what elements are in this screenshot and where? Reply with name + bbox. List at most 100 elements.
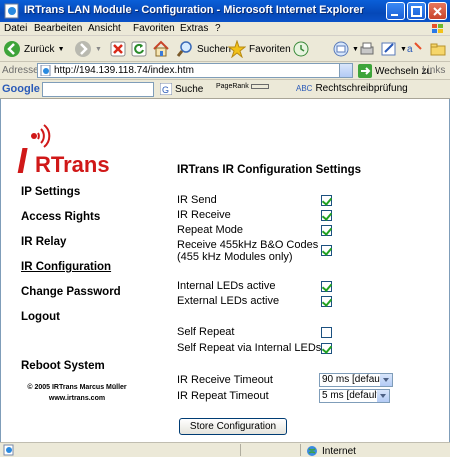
page-content: I RTrans IP Settings Access Rights IR Re… [0,99,450,442]
search-icon [176,41,192,57]
translate-button[interactable]: a [406,39,424,59]
refresh-button[interactable] [131,39,147,59]
svg-text:G: G [162,85,169,95]
pagerank-indicator[interactable]: PageRank [216,83,269,90]
back-dropdown-icon[interactable]: ▼ [58,46,65,53]
sidebar-item-access-rights[interactable]: Access Rights [21,211,100,223]
edit-button[interactable]: ▼ [380,39,407,59]
option-label: Repeat Mode [177,224,244,236]
home-button[interactable] [152,39,170,59]
chevron-down-icon [377,390,389,402]
irtrans-logo: I RTrans [17,113,137,181]
menu-favorites[interactable]: Favoriten [133,23,175,34]
website-link[interactable]: www.irtrans.com [19,393,135,404]
external-leds-checkbox[interactable] [321,296,332,307]
address-label: Adresse [2,65,39,76]
option-label: IR Receive [177,209,231,221]
menu-tools[interactable]: Extras [180,23,208,34]
google-search-button[interactable]: G Suche [160,83,203,95]
page-icon [40,65,51,76]
go-button[interactable]: Wechseln zu [358,64,432,78]
mail-icon [333,41,349,57]
timeout-label: IR Receive Timeout [177,374,273,386]
ir-receive-timeout-select[interactable]: 90 ms [default] [319,373,393,387]
google-g-icon: G [160,83,172,95]
copyright-note: © 2005 IRTrans Marcus Müller www.irtrans… [19,382,135,404]
address-input[interactable]: http://194.139.118.74/index.htm [37,63,353,78]
google-logo[interactable]: Google [2,83,40,95]
minimize-button[interactable] [386,2,405,20]
sidebar-item-ir-relay[interactable]: IR Relay [21,236,66,248]
status-bar: Internet [0,442,450,457]
maximize-button[interactable] [407,2,426,20]
history-button[interactable] [292,39,310,59]
store-configuration-button[interactable]: Store Configuration [179,418,287,435]
sidebar-item-reboot-system[interactable]: Reboot System [21,360,105,372]
close-button[interactable] [428,2,447,20]
logo-text: RTrans [35,152,110,177]
repeat-mode-checkbox[interactable] [321,225,332,236]
windows-logo-icon [428,22,448,36]
messenger-button[interactable] [430,39,446,59]
title-bar: IRTrans LAN Module - Configuration - Mic… [0,0,450,22]
pagerank-bar [250,84,269,89]
chevron-down-icon [380,374,392,386]
stop-button[interactable] [110,39,126,59]
ir-send-checkbox[interactable] [321,195,332,206]
mail-button[interactable]: ▼ [332,39,359,59]
logo-letter: I [17,140,28,181]
bo-codes-checkbox[interactable] [321,245,332,256]
spellcheck-button[interactable]: ABC Rechtschreibprüfung [296,83,408,94]
option-sublabel: (455 kHz Modules only) [177,251,293,263]
menu-view[interactable]: Ansicht [88,23,121,34]
forward-dropdown-icon[interactable]: ▼ [95,46,102,53]
self-repeat-checkbox[interactable] [321,327,332,338]
stop-icon [110,41,126,57]
page-status-icon [3,444,14,456]
address-dropdown-icon[interactable] [339,64,352,77]
translate-icon: a [407,42,422,55]
menu-edit[interactable]: Bearbeiten [34,23,82,34]
address-bar: Adresse http://194.139.118.74/index.htm … [0,62,450,80]
sidebar-item-change-password[interactable]: Change Password [21,286,121,298]
internal-leds-checkbox[interactable] [321,281,332,292]
edit-icon [381,42,396,56]
option-label: IR Send [177,194,217,206]
forward-arrow-icon [75,41,91,57]
back-button[interactable]: Zurück ▼ [3,39,65,59]
option-label: External LEDs active [177,295,280,307]
status-divider [300,444,301,456]
links-button[interactable]: Links [422,65,445,76]
option-label: Self Repeat [177,326,235,338]
spellcheck-icon: ABC [296,84,313,93]
home-icon [153,40,169,57]
menu-help[interactable]: ? [215,23,221,34]
google-toolbar: Google G Suche PageRank ABC Rechtschreib… [0,80,450,99]
print-button[interactable] [358,39,376,59]
refresh-icon [131,41,147,57]
toolbar: Zurück ▼ ▼ Suchen Favoriten ▼ ▼ a [0,36,450,62]
ir-receive-checkbox[interactable] [321,210,332,221]
printer-icon [360,42,374,55]
favorites-button[interactable]: Favoriten [228,39,291,59]
option-label: Self Repeat via Internal LEDs [177,342,322,354]
star-icon [228,40,246,58]
ie-page-icon [4,3,20,19]
option-label: Internal LEDs active [177,280,276,292]
menu-bar: Datei Bearbeiten Ansicht Favoriten Extra… [0,22,450,36]
sidebar-item-ir-configuration[interactable]: IR Configuration [21,261,111,273]
search-button[interactable]: Suchen [176,39,231,59]
ir-repeat-timeout-select[interactable]: 5 ms [default] [319,389,390,403]
option-label: Receive 455kHz B&O Codes [177,239,319,251]
svg-text:a: a [407,44,413,55]
forward-button[interactable]: ▼ [74,39,102,59]
window-title: IRTrans LAN Module - Configuration - Mic… [24,4,364,16]
sidebar-item-logout[interactable]: Logout [21,311,60,323]
sidebar-item-ip-settings[interactable]: IP Settings [21,186,80,198]
page-heading: IRTrans IR Configuration Settings [177,164,362,176]
self-repeat-internal-leds-checkbox[interactable] [321,343,332,354]
google-search-input[interactable] [42,82,154,97]
menu-file[interactable]: Datei [4,23,27,34]
back-arrow-icon [4,41,20,57]
timeout-label: IR Repeat Timeout [177,390,269,402]
